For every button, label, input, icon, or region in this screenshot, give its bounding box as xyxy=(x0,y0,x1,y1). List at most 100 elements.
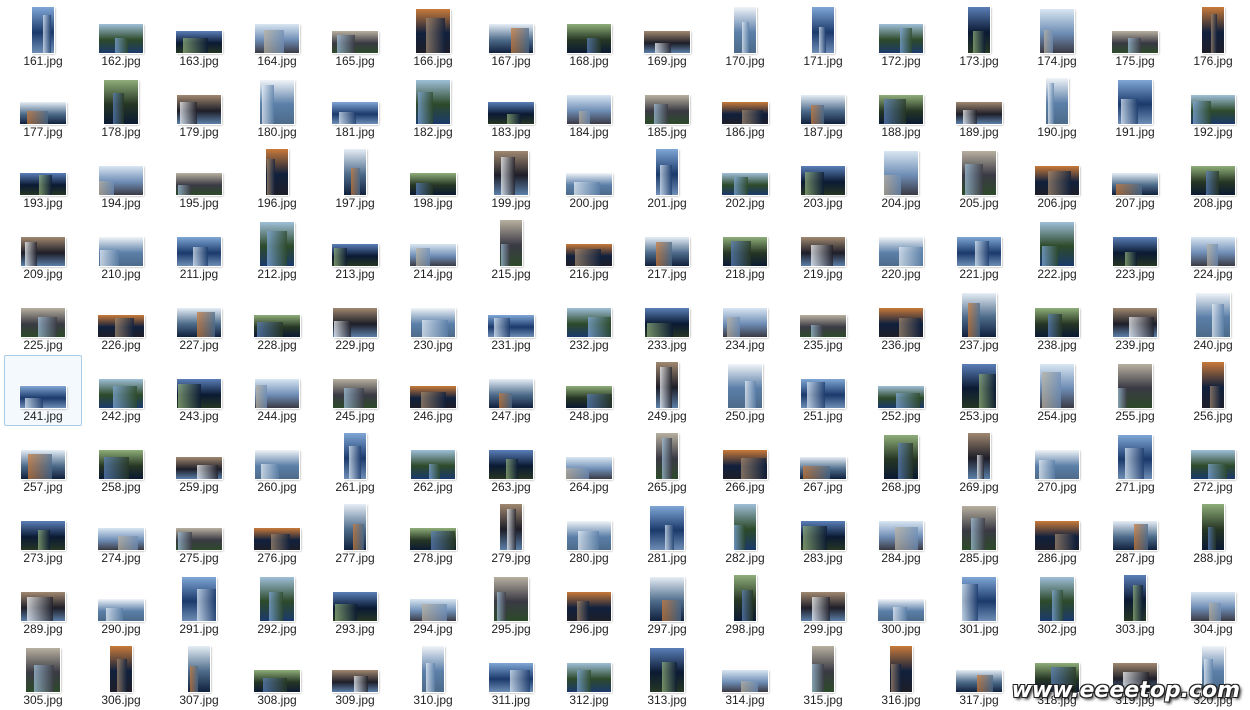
file-item[interactable]: 176.jpg xyxy=(1174,0,1250,71)
file-item[interactable]: 235.jpg xyxy=(784,284,862,355)
file-item[interactable]: 257.jpg xyxy=(4,426,82,497)
file-item[interactable]: 175.jpg xyxy=(1096,0,1174,71)
file-item[interactable]: 271.jpg xyxy=(1096,426,1174,497)
file-item[interactable]: 223.jpg xyxy=(1096,213,1174,284)
file-item[interactable]: 236.jpg xyxy=(862,284,940,355)
file-item[interactable]: 212.jpg xyxy=(238,213,316,284)
file-item[interactable]: 234.jpg xyxy=(706,284,784,355)
file-item[interactable]: 193.jpg xyxy=(4,142,82,213)
file-item[interactable]: 312.jpg xyxy=(550,639,628,710)
file-item[interactable]: 216.jpg xyxy=(550,213,628,284)
file-item[interactable]: 285.jpg xyxy=(940,497,1018,568)
file-item[interactable]: 186.jpg xyxy=(706,71,784,142)
file-item[interactable]: 211.jpg xyxy=(160,213,238,284)
file-item[interactable]: 169.jpg xyxy=(628,0,706,71)
file-item[interactable]: 290.jpg xyxy=(82,568,160,639)
file-item[interactable]: 269.jpg xyxy=(940,426,1018,497)
file-item[interactable]: 306.jpg xyxy=(82,639,160,710)
file-item[interactable]: 182.jpg xyxy=(394,71,472,142)
file-item[interactable]: 197.jpg xyxy=(316,142,394,213)
file-item[interactable]: 203.jpg xyxy=(784,142,862,213)
file-item[interactable]: 208.jpg xyxy=(1174,142,1250,213)
file-item[interactable]: 272.jpg xyxy=(1174,426,1250,497)
file-item[interactable]: 180.jpg xyxy=(238,71,316,142)
file-item[interactable]: 196.jpg xyxy=(238,142,316,213)
file-item[interactable]: 309.jpg xyxy=(316,639,394,710)
file-item[interactable]: 258.jpg xyxy=(82,426,160,497)
file-item[interactable]: 178.jpg xyxy=(82,71,160,142)
file-item[interactable]: 293.jpg xyxy=(316,568,394,639)
file-item[interactable]: 171.jpg xyxy=(784,0,862,71)
file-item[interactable]: 264.jpg xyxy=(550,426,628,497)
file-item[interactable]: 315.jpg xyxy=(784,639,862,710)
file-item[interactable]: 246.jpg xyxy=(394,355,472,426)
file-item[interactable]: 198.jpg xyxy=(394,142,472,213)
file-item[interactable]: 280.jpg xyxy=(550,497,628,568)
file-item[interactable]: 200.jpg xyxy=(550,142,628,213)
file-item[interactable]: 163.jpg xyxy=(160,0,238,71)
file-item[interactable]: 177.jpg xyxy=(4,71,82,142)
file-item[interactable]: 253.jpg xyxy=(940,355,1018,426)
file-item[interactable]: 225.jpg xyxy=(4,284,82,355)
file-item[interactable]: 252.jpg xyxy=(862,355,940,426)
file-item[interactable]: 161.jpg xyxy=(4,0,82,71)
file-item[interactable]: 287.jpg xyxy=(1096,497,1174,568)
file-item[interactable]: 191.jpg xyxy=(1096,71,1174,142)
file-item[interactable]: 230.jpg xyxy=(394,284,472,355)
file-item[interactable]: 288.jpg xyxy=(1174,497,1250,568)
file-item[interactable]: 313.jpg xyxy=(628,639,706,710)
file-item[interactable]: 218.jpg xyxy=(706,213,784,284)
file-item[interactable]: 185.jpg xyxy=(628,71,706,142)
file-item[interactable]: 262.jpg xyxy=(394,426,472,497)
file-item[interactable]: 170.jpg xyxy=(706,0,784,71)
file-item[interactable]: 286.jpg xyxy=(1018,497,1096,568)
file-item[interactable]: 274.jpg xyxy=(82,497,160,568)
file-item[interactable]: 242.jpg xyxy=(82,355,160,426)
file-item[interactable]: 183.jpg xyxy=(472,71,550,142)
file-item[interactable]: 310.jpg xyxy=(394,639,472,710)
file-item[interactable]: 172.jpg xyxy=(862,0,940,71)
file-item[interactable]: 210.jpg xyxy=(82,213,160,284)
file-item[interactable]: 227.jpg xyxy=(160,284,238,355)
file-item[interactable]: 308.jpg xyxy=(238,639,316,710)
file-item[interactable]: 296.jpg xyxy=(550,568,628,639)
file-item[interactable]: 190.jpg xyxy=(1018,71,1096,142)
file-item[interactable]: 241.jpg xyxy=(4,355,82,426)
file-item[interactable]: 199.jpg xyxy=(472,142,550,213)
file-item[interactable]: 279.jpg xyxy=(472,497,550,568)
file-item[interactable]: 261.jpg xyxy=(316,426,394,497)
file-item[interactable]: 192.jpg xyxy=(1174,71,1250,142)
file-item[interactable]: 251.jpg xyxy=(784,355,862,426)
file-item[interactable]: 307.jpg xyxy=(160,639,238,710)
file-item[interactable]: 206.jpg xyxy=(1018,142,1096,213)
file-item[interactable]: 219.jpg xyxy=(784,213,862,284)
file-item[interactable]: 168.jpg xyxy=(550,0,628,71)
file-item[interactable]: 231.jpg xyxy=(472,284,550,355)
file-item[interactable]: 239.jpg xyxy=(1096,284,1174,355)
file-item[interactable]: 276.jpg xyxy=(238,497,316,568)
file-item[interactable]: 284.jpg xyxy=(862,497,940,568)
file-item[interactable]: 173.jpg xyxy=(940,0,1018,71)
file-item[interactable]: 222.jpg xyxy=(1018,213,1096,284)
file-item[interactable]: 215.jpg xyxy=(472,213,550,284)
file-item[interactable]: 201.jpg xyxy=(628,142,706,213)
file-item[interactable]: 220.jpg xyxy=(862,213,940,284)
file-item[interactable]: 302.jpg xyxy=(1018,568,1096,639)
file-item[interactable]: 214.jpg xyxy=(394,213,472,284)
file-item[interactable]: 303.jpg xyxy=(1096,568,1174,639)
file-item[interactable]: 254.jpg xyxy=(1018,355,1096,426)
file-item[interactable]: 181.jpg xyxy=(316,71,394,142)
file-item[interactable]: 256.jpg xyxy=(1174,355,1250,426)
file-item[interactable]: 184.jpg xyxy=(550,71,628,142)
file-item[interactable]: 266.jpg xyxy=(706,426,784,497)
file-item[interactable]: 229.jpg xyxy=(316,284,394,355)
file-item[interactable]: 228.jpg xyxy=(238,284,316,355)
file-item[interactable]: 281.jpg xyxy=(628,497,706,568)
file-item[interactable]: 213.jpg xyxy=(316,213,394,284)
file-item[interactable]: 207.jpg xyxy=(1096,142,1174,213)
file-item[interactable]: 245.jpg xyxy=(316,355,394,426)
file-item[interactable]: 162.jpg xyxy=(82,0,160,71)
file-item[interactable]: 237.jpg xyxy=(940,284,1018,355)
file-item[interactable]: 305.jpg xyxy=(4,639,82,710)
file-item[interactable]: 194.jpg xyxy=(82,142,160,213)
